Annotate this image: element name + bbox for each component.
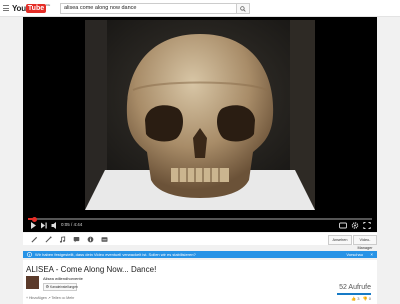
banner-text: Wir haben festgestellt, dass dein Video …: [35, 252, 196, 257]
youtube-logo[interactable]: You Tube DE: [12, 3, 50, 13]
thumbs-up-icon[interactable]: 👍: [351, 296, 356, 301]
gear-icon: ⚙: [45, 284, 50, 289]
channel-settings-label: Kanaleinstellungen: [50, 285, 78, 289]
search-button[interactable]: [236, 3, 250, 14]
view-count: 52 Aufrufe: [339, 284, 371, 291]
subtitles-icon[interactable]: [101, 236, 108, 243]
progress-bar[interactable]: [28, 216, 372, 222]
channel-settings-button[interactable]: ⚙ Kanaleinstellungen: [43, 283, 78, 291]
video-player[interactable]: 0:05 / 4:44: [23, 17, 377, 232]
skull-video-image: [85, 20, 315, 210]
info-icon[interactable]: [87, 236, 94, 243]
edit-icon[interactable]: [31, 236, 38, 243]
video-manager-button[interactable]: Video-Manager: [353, 235, 377, 250]
video-action-bar: Ansehen Video-Manager: [23, 233, 377, 250]
time-display: 0:05 / 4:44: [61, 222, 83, 227]
like-count: 3: [357, 296, 360, 301]
search-icon: [240, 5, 246, 12]
fullscreen-icon[interactable]: [363, 221, 371, 230]
like-ratio-bar: [337, 293, 371, 295]
rating-area: 👍 3 👎 0: [351, 296, 371, 301]
video-frame[interactable]: [85, 20, 315, 210]
channel-avatar[interactable]: [26, 276, 39, 289]
stabilize-banner: Wir haben festgestellt, dass dein Video …: [23, 251, 377, 258]
video-title: ALISEA - Come Along Now... Dance!: [26, 265, 157, 274]
close-icon[interactable]: ×: [370, 251, 373, 258]
dislike-count: 0: [368, 296, 371, 301]
audio-icon[interactable]: [59, 236, 66, 243]
annotations-icon[interactable]: [73, 236, 80, 243]
top-bar: You Tube DE alisea come along now dance: [0, 0, 400, 17]
captions-icon[interactable]: [339, 221, 347, 230]
video-info-panel: ALISEA - Come Along Now... Dance! Alisea…: [23, 260, 377, 304]
thumbs-down-icon[interactable]: 👎: [363, 296, 368, 301]
banner-preview-link[interactable]: Vorschau: [346, 251, 363, 258]
menu-icon[interactable]: [3, 5, 9, 11]
view-button[interactable]: Ansehen: [328, 235, 352, 245]
play-icon[interactable]: [30, 221, 37, 230]
volume-icon[interactable]: [51, 221, 59, 230]
logo-you-text: You: [12, 3, 26, 13]
logo-country: DE: [46, 3, 51, 7]
channel-name[interactable]: Alisea willendhorvente: [43, 276, 83, 281]
next-icon[interactable]: [40, 221, 48, 230]
magic-wand-icon[interactable]: [45, 236, 52, 243]
logo-tube-text: Tube: [26, 3, 46, 13]
search-input[interactable]: alisea come along now dance: [60, 3, 237, 14]
info-circle-icon: [27, 252, 32, 257]
like-ratio-fill: [337, 293, 371, 295]
settings-icon[interactable]: [351, 221, 359, 230]
add-share-more-actions[interactable]: + Hinzufügen ↗ Teilen ••• Mehr: [26, 296, 74, 300]
